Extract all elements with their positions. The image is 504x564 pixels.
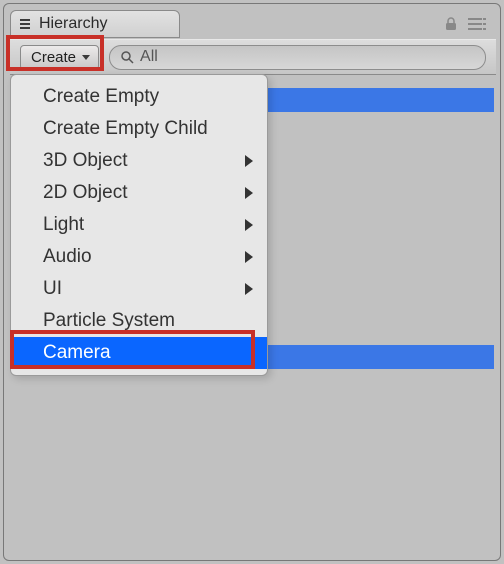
menu-item-label: Camera bbox=[43, 342, 111, 364]
menu-item-label: 2D Object bbox=[43, 182, 127, 204]
menu-item-label: Light bbox=[43, 214, 84, 236]
submenu-arrow-icon bbox=[245, 155, 253, 167]
search-field[interactable]: All bbox=[109, 45, 486, 70]
menu-item-ui[interactable]: UI bbox=[11, 273, 267, 305]
lock-icon[interactable] bbox=[444, 16, 458, 35]
submenu-arrow-icon bbox=[245, 251, 253, 263]
hierarchy-toolbar: Create All bbox=[10, 39, 496, 75]
panel-menu-icon[interactable] bbox=[468, 17, 486, 34]
menu-item-create-empty[interactable]: Create Empty bbox=[11, 81, 267, 113]
menu-item-label: Audio bbox=[43, 246, 92, 268]
search-icon bbox=[120, 50, 134, 64]
menu-item-light[interactable]: Light bbox=[11, 209, 267, 241]
menu-item-label: Particle System bbox=[43, 310, 175, 332]
panel-title: Hierarchy bbox=[39, 15, 107, 33]
menu-item-camera[interactable]: Camera bbox=[11, 337, 267, 369]
search-placeholder: All bbox=[140, 48, 158, 66]
menu-item-label: Create Empty Child bbox=[43, 118, 208, 140]
submenu-arrow-icon bbox=[245, 187, 253, 199]
hierarchy-icon bbox=[17, 17, 33, 31]
create-button[interactable]: Create bbox=[20, 45, 99, 70]
menu-item-label: Create Empty bbox=[43, 86, 159, 108]
menu-item-2d-object[interactable]: 2D Object bbox=[11, 177, 267, 209]
menu-item-label: 3D Object bbox=[43, 150, 127, 172]
submenu-arrow-icon bbox=[245, 219, 253, 231]
menu-item-particle-system[interactable]: Particle System bbox=[11, 305, 267, 337]
menu-item-audio[interactable]: Audio bbox=[11, 241, 267, 273]
caret-down-icon bbox=[82, 55, 90, 60]
create-menu: Create Empty Create Empty Child 3D Object 2… bbox=[10, 74, 268, 376]
submenu-arrow-icon bbox=[245, 283, 253, 295]
menu-item-3d-object[interactable]: 3D Object bbox=[11, 145, 267, 177]
menu-item-label: UI bbox=[43, 278, 62, 300]
menu-item-create-empty-child[interactable]: Create Empty Child bbox=[11, 113, 267, 145]
hierarchy-tab[interactable]: Hierarchy bbox=[10, 10, 180, 38]
create-button-label: Create bbox=[31, 49, 76, 66]
